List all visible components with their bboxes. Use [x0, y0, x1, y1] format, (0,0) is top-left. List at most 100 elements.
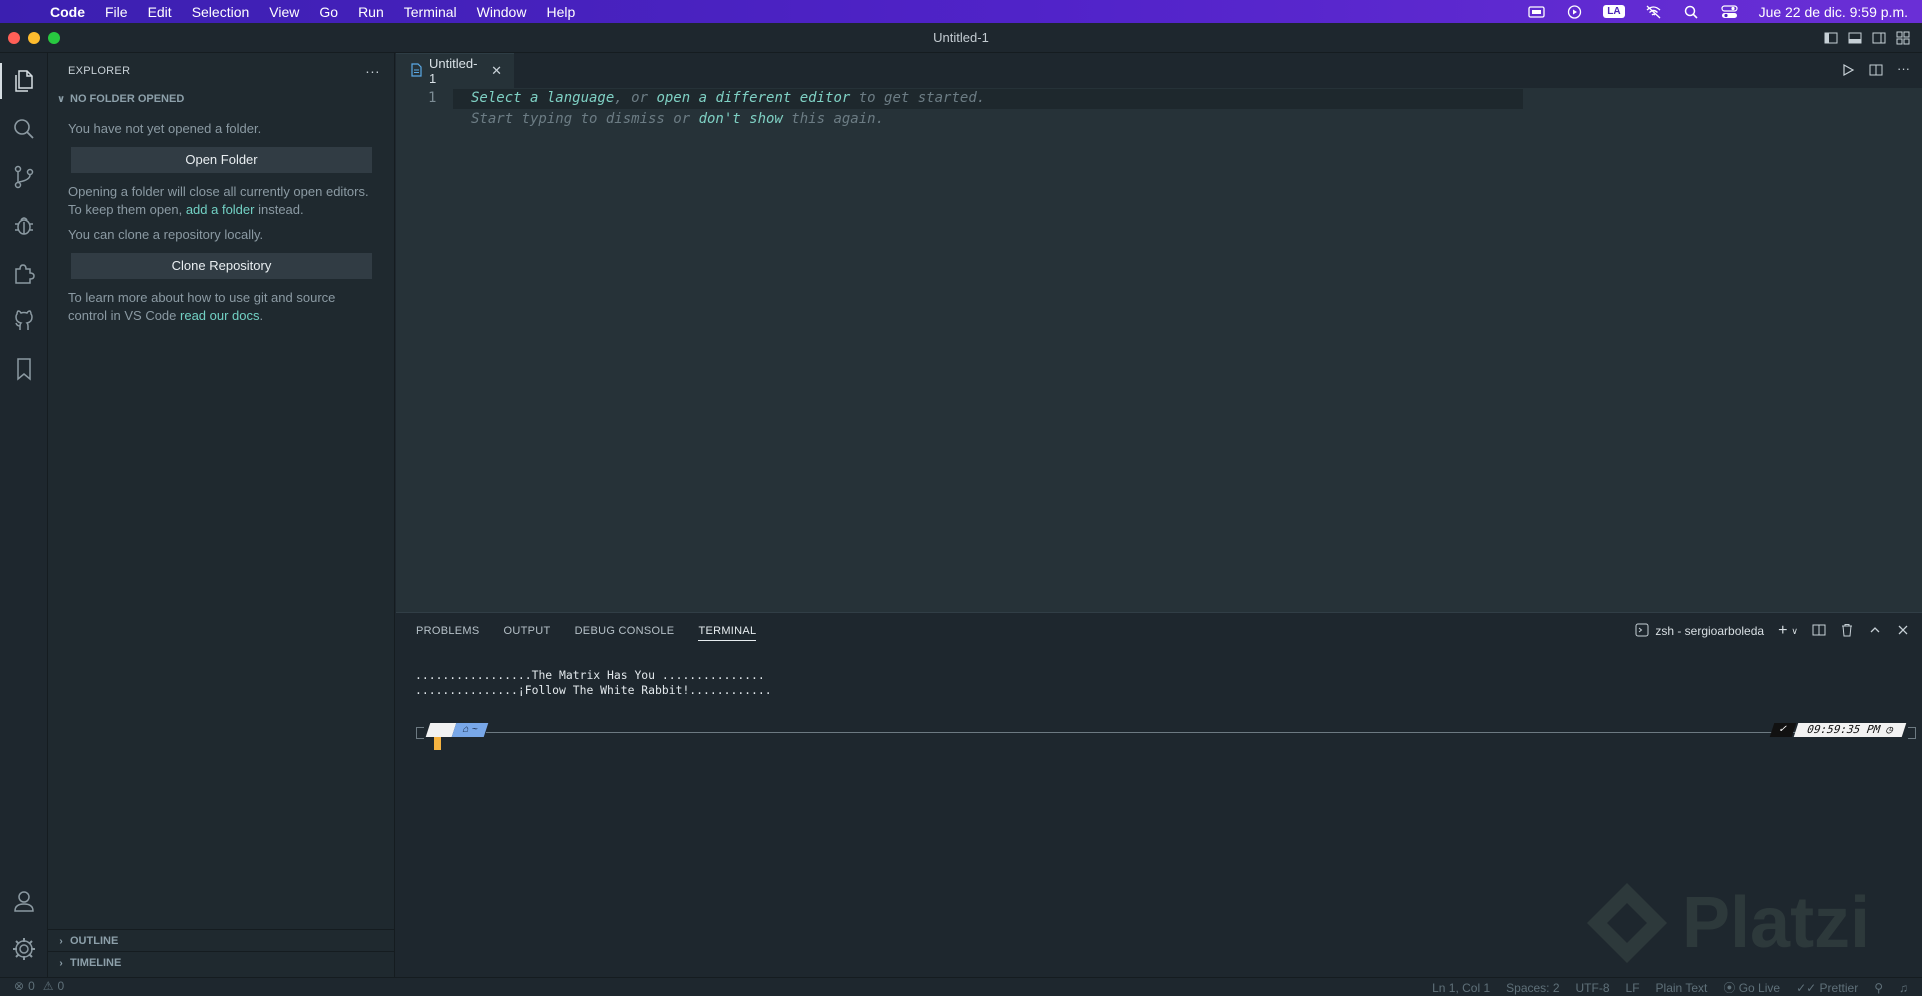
- play-circle-icon[interactable]: [1565, 4, 1583, 19]
- prettier-button[interactable]: ✓✓ Prettier: [1796, 981, 1858, 995]
- settings-gear-icon[interactable]: [0, 925, 48, 973]
- tab-untitled-1[interactable]: Untitled-1 ✕: [396, 53, 514, 88]
- editor-actions: ···: [1841, 62, 1910, 82]
- prompt-directory: ⌂ ~: [451, 723, 489, 737]
- explorer-icon[interactable]: [0, 57, 48, 105]
- trash-icon[interactable]: [1840, 623, 1854, 640]
- menu-file[interactable]: File: [95, 4, 138, 20]
- tab-label: Untitled-1: [429, 56, 478, 86]
- double-check-icon: ✓✓: [1796, 980, 1817, 995]
- go-live-button[interactable]: ⦿ Go Live: [1723, 979, 1780, 996]
- close-tab-icon[interactable]: ✕: [491, 63, 502, 79]
- terminal-prompt[interactable]: ⌂ ~ ✓ 09:59:35 PM ◷: [416, 721, 1916, 750]
- warning-count: 0: [57, 979, 65, 993]
- timeline-section[interactable]: › TIMELINE: [48, 951, 395, 974]
- menu-window[interactable]: Window: [467, 4, 537, 20]
- tab-debug-console[interactable]: DEBUG CONSOLE: [575, 625, 675, 637]
- warning-icon: ⚠: [42, 979, 54, 993]
- search-icon[interactable]: [0, 105, 48, 153]
- extensions-icon[interactable]: [0, 249, 48, 297]
- outline-title: OUTLINE: [70, 935, 119, 947]
- menu-help[interactable]: Help: [536, 4, 585, 20]
- menu-app-name[interactable]: Code: [40, 4, 95, 20]
- toggle-primary-sidebar-icon[interactable]: [1824, 31, 1838, 50]
- input-source-badge[interactable]: LA: [1603, 5, 1625, 18]
- select-language-link[interactable]: Select a language: [471, 90, 614, 106]
- menu-run[interactable]: Run: [348, 4, 394, 20]
- terminal-cursor: [434, 737, 441, 750]
- dont-show-link[interactable]: don't show: [699, 111, 783, 127]
- status-right-items: Ln 1, Col 1 Spaces: 2 UTF-8 LF Plain Tex…: [1432, 979, 1908, 996]
- encoding[interactable]: UTF-8: [1576, 981, 1610, 995]
- split-terminal-icon[interactable]: [1812, 623, 1826, 640]
- window-title: Untitled-1: [933, 30, 989, 45]
- menu-terminal[interactable]: Terminal: [394, 4, 467, 20]
- prompt-status: ✓: [1769, 723, 1797, 737]
- menu-selection[interactable]: Selection: [182, 4, 260, 20]
- terminal-line: .................The Matrix Has You ....…: [415, 668, 765, 682]
- file-icon: [410, 62, 423, 80]
- run-debug-icon[interactable]: [0, 201, 48, 249]
- github-icon[interactable]: [0, 297, 48, 345]
- language-mode[interactable]: Plain Text: [1656, 981, 1708, 995]
- more-editor-actions-icon[interactable]: ···: [1897, 62, 1910, 82]
- indentation[interactable]: Spaces: 2: [1506, 981, 1559, 995]
- editor-area: Untitled-1 ✕ ··· 1 Select a language, or…: [396, 53, 1922, 612]
- no-folder-section-header[interactable]: ∨ NO FOLDER OPENED: [48, 88, 394, 110]
- status-bar: ⊗ 0 ⚠ 0 Ln 1, Col 1 Spaces: 2 UTF-8 LF P…: [0, 977, 1922, 995]
- add-folder-link[interactable]: add a folder: [186, 202, 255, 217]
- open-folder-button[interactable]: Open Folder: [71, 147, 372, 173]
- panel-actions: zsh - sergioarboleda + ∨: [1635, 622, 1910, 640]
- account-icon[interactable]: [0, 877, 48, 925]
- wifi-off-icon[interactable]: [1645, 5, 1663, 19]
- no-folder-text: You have not yet opened a folder.: [68, 121, 262, 136]
- terminal-output[interactable]: .................The Matrix Has You ....…: [415, 668, 772, 698]
- explorer-header: EXPLORER ···: [48, 53, 394, 88]
- toggle-secondary-sidebar-icon[interactable]: [1872, 31, 1886, 50]
- toggle-panel-icon[interactable]: [1848, 31, 1862, 50]
- menu-go[interactable]: Go: [309, 4, 348, 20]
- cursor-position[interactable]: Ln 1, Col 1: [1432, 981, 1490, 995]
- open-different-editor-link[interactable]: open a different editor: [656, 90, 850, 106]
- clone-text: You can clone a repository locally.: [68, 227, 264, 242]
- spotlight-search-icon[interactable]: [1683, 5, 1701, 19]
- editor-tabs: Untitled-1 ✕ ···: [396, 53, 1922, 88]
- close-panel-icon[interactable]: [1896, 623, 1910, 640]
- layout-controls: [1824, 31, 1910, 50]
- prompt-rule: [486, 732, 1831, 733]
- folder-warning-text: Opening a folder will close all currentl…: [68, 184, 369, 217]
- run-code-icon[interactable]: [1841, 63, 1855, 82]
- tab-output[interactable]: OUTPUT: [504, 625, 551, 637]
- split-editor-icon[interactable]: [1869, 63, 1883, 82]
- bookmark-icon[interactable]: [0, 345, 48, 393]
- broadcast-icon: ⦿: [1723, 981, 1736, 995]
- feedback-icon[interactable]: ⚲: [1874, 981, 1883, 995]
- terminal-line: ...............¡Follow The White Rabbit!…: [415, 683, 772, 697]
- maximize-panel-icon[interactable]: [1868, 623, 1882, 640]
- terminal-name[interactable]: zsh - sergioarboleda: [1655, 624, 1764, 638]
- explorer-sidebar: EXPLORER ··· ∨ NO FOLDER OPENED You have…: [48, 53, 395, 977]
- notifications-bell-icon[interactable]: ♫: [1899, 981, 1908, 995]
- customize-layout-icon[interactable]: [1896, 31, 1910, 50]
- new-terminal-icon[interactable]: +: [1778, 622, 1787, 640]
- outline-section[interactable]: › OUTLINE: [48, 929, 395, 952]
- source-control-icon[interactable]: [0, 153, 48, 201]
- menu-view[interactable]: View: [259, 4, 309, 20]
- chevron-down-icon: ∨: [56, 93, 66, 105]
- terminal-dropdown-chevron-icon[interactable]: ∨: [1791, 626, 1798, 637]
- end-of-line[interactable]: LF: [1626, 981, 1640, 995]
- read-docs-link[interactable]: read our docs: [180, 308, 260, 323]
- more-actions-icon[interactable]: ···: [365, 63, 380, 79]
- tab-problems[interactable]: PROBLEMS: [416, 625, 480, 637]
- tab-terminal[interactable]: TERMINAL: [698, 625, 757, 641]
- problems-status[interactable]: ⊗ 0 ⚠ 0: [14, 979, 64, 993]
- menubar-clock[interactable]: Jue 22 de dic. 9:59 p.m.: [1759, 4, 1908, 20]
- menu-edit[interactable]: Edit: [138, 4, 182, 20]
- prompt-bracket-right: [1908, 727, 1916, 739]
- terminal-shell-icon: [1635, 623, 1649, 640]
- clone-repository-button[interactable]: Clone Repository: [71, 253, 372, 279]
- bottom-panel: PROBLEMS OUTPUT DEBUG CONSOLE TERMINAL z…: [396, 612, 1922, 977]
- editor-hint-line-1: Select a language, or open a different e…: [471, 90, 986, 106]
- screen-mirror-icon[interactable]: [1527, 5, 1545, 19]
- control-center-icon[interactable]: [1721, 4, 1739, 19]
